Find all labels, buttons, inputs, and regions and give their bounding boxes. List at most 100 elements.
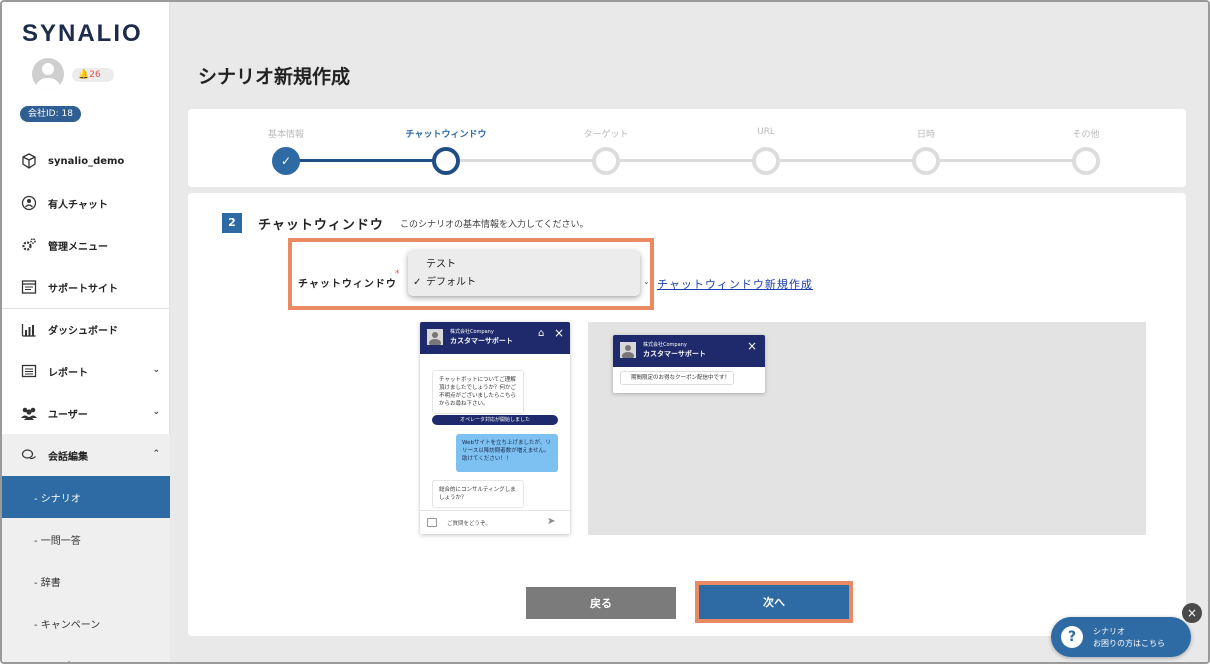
sidebar-item-live-chat[interactable]: 有人チャット [2, 182, 170, 224]
step-label: URL [757, 127, 775, 137]
browser-icon [20, 278, 38, 296]
chat-header: 株式会社Company カスタマーサポート × [613, 335, 765, 367]
sidebar-item-label: synalio_demo [48, 155, 125, 167]
close-icon: × [747, 339, 758, 353]
sidebar-item-label: 有人チャット [48, 199, 108, 211]
sidebar: SYNALIO 🔔26 会社ID: 18 synalio_demo 有人チャット… [2, 2, 170, 662]
logo: SYNALIO [22, 20, 143, 47]
chat-header: 株式会社Company カスタマーサポート ⌂ × [420, 322, 570, 354]
sidebar-item-synalio-demo[interactable]: synalio_demo [2, 140, 170, 182]
sidebar-item-label: サポートサイト [48, 283, 118, 295]
user-message: Webサイトを立ち上げましたが、リリース以降訪問者数が増えません。助けてください… [456, 434, 558, 472]
coupon-bubble: 期間限定のお得なクーポン配信中です！ [620, 371, 734, 385]
send-icon: ➤ [547, 516, 556, 527]
chat-company: 株式会社Company [643, 342, 687, 348]
help-widget[interactable]: ? シナリオ お困りの方はこちら [1051, 617, 1191, 657]
step-connector [286, 159, 446, 162]
page-title: シナリオ新規作成 [198, 66, 351, 88]
sidebar-item-label: レポート [48, 367, 88, 379]
section-number: 2 [222, 213, 242, 233]
check-icon: ✓ [280, 154, 292, 168]
notification-badge[interactable]: 🔔26 [72, 68, 114, 82]
sidebar-subitem-campaign[interactable]: - キャンペーン [2, 602, 170, 644]
sidebar-item-conversation-edit[interactable]: 会話編集 ⌃ [2, 434, 170, 476]
step-circle: ✓ [272, 147, 300, 175]
required-mark: * [395, 269, 400, 279]
step-label: 基本情報 [267, 130, 304, 140]
bar-chart-icon [20, 321, 38, 339]
help-title: シナリオ [1093, 627, 1125, 636]
notification-count: 26 [89, 70, 101, 80]
chat-bubbles-icon [20, 446, 38, 464]
stepper: 基本情報 ✓ チャットウィンドウ ターゲット URL 日時 その他 [188, 109, 1186, 187]
step-label: その他 [1072, 130, 1100, 140]
help-subtitle: お困りの方はこちら [1093, 639, 1165, 648]
step-label: チャットウィンドウ [405, 130, 487, 140]
sidebar-item-report[interactable]: レポート ⌄ [2, 350, 170, 392]
chat-name: カスタマーサポート [450, 337, 513, 345]
check-icon: ✓ [413, 277, 422, 288]
chat-window-field-label: チャットウィンドウ [298, 279, 397, 290]
new-chat-window-link[interactable]: チャットウィンドウ新規作成 [657, 276, 813, 292]
step-circle [432, 147, 460, 175]
close-icon[interactable]: × [1182, 603, 1202, 623]
minimized-chat-preview: 株式会社Company カスタマーサポート × 期間限定のお得なクーポン配信中で… [613, 335, 765, 393]
question-icon: ? [1061, 626, 1083, 648]
home-icon: ⌂ [538, 328, 545, 339]
section-title: チャットウィンドウ [258, 218, 384, 233]
cube-icon [20, 152, 38, 170]
chat-company: 株式会社Company [450, 329, 494, 335]
step-label: ターゲット [583, 130, 629, 140]
chevron-down-icon: ⌄ [152, 365, 160, 375]
sidebar-item-label: 管理メニュー [48, 241, 108, 253]
sidebar-item-dashboard[interactable]: ダッシュボード [2, 308, 170, 350]
avatar[interactable] [32, 58, 64, 90]
back-button[interactable]: 戻る [526, 587, 676, 619]
sidebar-subitem-qa[interactable]: - 一問一答 [2, 518, 170, 560]
dropdown-option-test[interactable]: テスト [408, 256, 640, 274]
sidebar-nav: synalio_demo 有人チャット 管理メニュー サポートサイト ダッシュボ… [2, 140, 170, 662]
close-icon: × [554, 326, 565, 340]
report-icon [20, 362, 38, 380]
next-button[interactable]: 次へ [699, 585, 849, 619]
company-id-badge: 会社ID: 18 [20, 106, 81, 122]
operator-avatar [620, 342, 636, 358]
image-icon [427, 518, 437, 527]
sidebar-item-admin-menu[interactable]: 管理メニュー [2, 224, 170, 266]
section-description: このシナリオの基本情報を入力してください。 [400, 220, 589, 230]
step-circle [592, 147, 620, 175]
bell-icon: 🔔 [78, 70, 90, 80]
chat-input-bar: ご質問をどうぞ。 ➤ [420, 510, 570, 534]
chevron-up-icon: ⌃ [152, 449, 160, 459]
bot-reply: 総合的にコンサルティングしましょうか？ [432, 480, 524, 508]
sidebar-item-label: 会話編集 [48, 451, 88, 463]
sidebar-item-label: ユーザー [48, 409, 88, 421]
sidebar-item-support-site[interactable]: サポートサイト [2, 266, 170, 308]
bot-message: チャットボットについてご理解頂けましたでしょうか？何かご不明点がございましたらこ… [432, 370, 524, 414]
step-label: 日時 [916, 130, 935, 140]
sidebar-item-label: ダッシュボード [48, 326, 118, 337]
option-label: テスト [426, 259, 456, 270]
gears-icon [20, 236, 38, 254]
chat-name: カスタマーサポート [643, 350, 706, 358]
users-icon [20, 404, 38, 422]
step-circle [1072, 147, 1100, 175]
app-window: SYNALIO 🔔26 会社ID: 18 synalio_demo 有人チャット… [0, 0, 1210, 664]
form-card: 2 チャットウィンドウ このシナリオの基本情報を入力してください。 チャットウィ… [188, 193, 1186, 636]
chevron-down-icon[interactable]: ⌄ [643, 277, 650, 286]
chat-input-placeholder: ご質問をどうぞ。 [447, 521, 492, 527]
main-content: シナリオ新規作成 基本情報 ✓ チャットウィンドウ ターゲット URL 日時 そ… [170, 2, 1208, 662]
operator-avatar [427, 329, 443, 345]
sidebar-subitem-template[interactable]: - テンプレート [2, 644, 170, 662]
chevron-down-icon: ⌄ [152, 407, 160, 417]
option-label: デフォルト [426, 277, 476, 288]
dropdown-option-default[interactable]: ✓ デフォルト [408, 274, 640, 292]
chat-window-dropdown: テスト ✓ デフォルト [408, 250, 640, 296]
sidebar-subitem-dictionary[interactable]: - 辞書 [2, 560, 170, 602]
chat-window-preview: 株式会社Company カスタマーサポート ⌂ × チャットボットについてご理解… [420, 322, 570, 534]
headset-icon [20, 194, 38, 212]
operator-notice: オペレータ対応が開始しました [432, 415, 558, 425]
sidebar-subitem-scenario[interactable]: - シナリオ [2, 476, 170, 518]
sidebar-item-users[interactable]: ユーザー ⌄ [2, 392, 170, 434]
step-circle [752, 147, 780, 175]
